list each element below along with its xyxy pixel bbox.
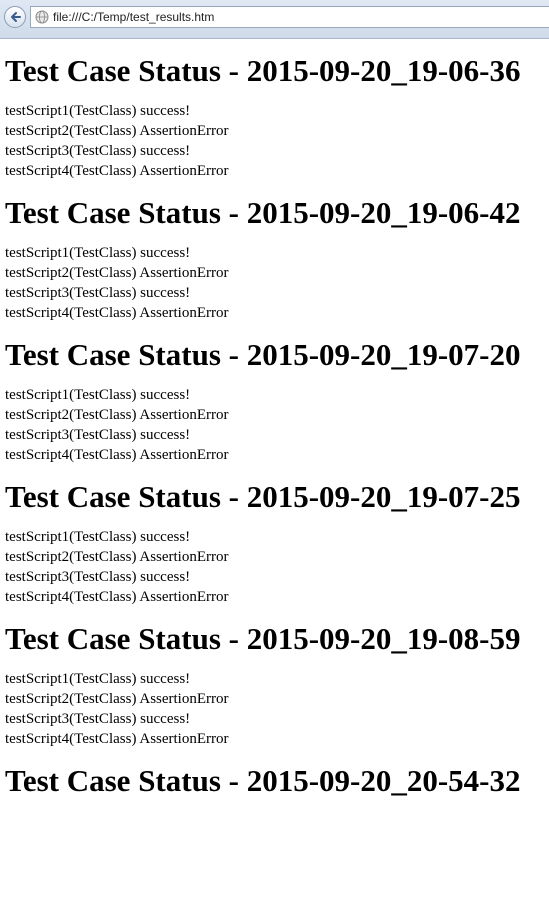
section-heading: Test Case Status - 2015-09-20_19-06-42 [5, 195, 521, 230]
test-result-line: testScript3(TestClass) success! [5, 427, 191, 443]
test-result-line: testScript2(TestClass) AssertionError [5, 549, 229, 565]
back-arrow-icon [11, 12, 21, 22]
test-result-line: testScript1(TestClass) success! [5, 103, 191, 119]
section-heading: Test Case Status - 2015-09-20_19-06-36 [5, 53, 521, 88]
test-result-line: testScript1(TestClass) success! [5, 245, 191, 261]
test-status-section: Test Case Status - 2015-09-20_20-54-32 [5, 763, 544, 799]
section-heading: Test Case Status - 2015-09-20_19-08-59 [5, 621, 521, 656]
test-result-line: testScript3(TestClass) success! [5, 569, 191, 585]
test-result-line: testScript4(TestClass) AssertionError [5, 305, 229, 321]
section-heading: Test Case Status - 2015-09-20_19-07-20 [5, 337, 521, 372]
page-globe-icon [35, 10, 49, 24]
test-result-line: testScript2(TestClass) AssertionError [5, 123, 229, 139]
section-heading: Test Case Status - 2015-09-20_19-07-25 [5, 479, 521, 514]
test-result-line: testScript4(TestClass) AssertionError [5, 163, 229, 179]
address-bar[interactable]: file:///C:/Temp/test_results.htm [30, 6, 549, 28]
page-content: Test Case Status - 2015-09-20_19-06-36 t… [0, 53, 549, 799]
back-button[interactable] [4, 6, 26, 28]
test-result-line: testScript4(TestClass) AssertionError [5, 731, 229, 747]
test-result-line: testScript2(TestClass) AssertionError [5, 265, 229, 281]
test-status-section: Test Case Status - 2015-09-20_19-06-36 t… [5, 53, 544, 181]
test-result-line: testScript4(TestClass) AssertionError [5, 589, 229, 605]
browser-toolbar: file:///C:/Temp/test_results.htm [0, 0, 549, 39]
test-result-line: testScript1(TestClass) success! [5, 529, 191, 545]
test-result-line: testScript2(TestClass) AssertionError [5, 407, 229, 423]
test-result-line: testScript1(TestClass) success! [5, 671, 191, 687]
test-result-line: testScript3(TestClass) success! [5, 285, 191, 301]
section-heading: Test Case Status - 2015-09-20_20-54-32 [5, 763, 521, 798]
test-result-line: testScript3(TestClass) success! [5, 143, 191, 159]
test-result-line: testScript4(TestClass) AssertionError [5, 447, 229, 463]
test-status-section: Test Case Status - 2015-09-20_19-06-42 t… [5, 195, 544, 323]
test-status-section: Test Case Status - 2015-09-20_19-07-25 t… [5, 479, 544, 607]
test-result-line: testScript2(TestClass) AssertionError [5, 691, 229, 707]
test-status-section: Test Case Status - 2015-09-20_19-07-20 t… [5, 337, 544, 465]
test-result-line: testScript1(TestClass) success! [5, 387, 191, 403]
test-result-line: testScript3(TestClass) success! [5, 711, 191, 727]
test-status-section: Test Case Status - 2015-09-20_19-08-59 t… [5, 621, 544, 749]
url-text[interactable]: file:///C:/Temp/test_results.htm [53, 10, 214, 24]
